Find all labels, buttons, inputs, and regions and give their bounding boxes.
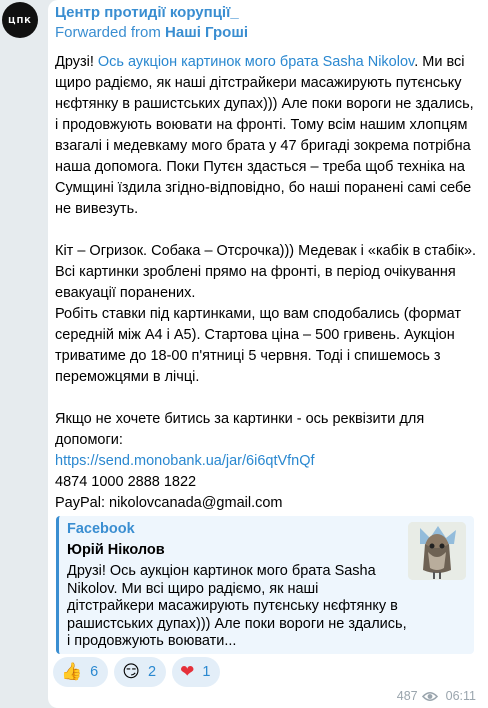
reaction-heart[interactable]: ❤ 1 [172,657,221,687]
reactions-bar: 👍 6 😏 2 ❤ 1 [53,657,221,687]
reaction-count: 2 [147,664,157,680]
message-paragraph-3: Робіть ставки під картинками, що вам спо… [55,306,461,385]
thumbs-up-icon: 👍 [61,661,83,682]
channel-avatar[interactable]: ЦПК [2,2,38,38]
forwarded-header: Forwarded from Наші Гроші [55,24,248,41]
channel-name[interactable]: Центр протидії корупції_ [55,4,239,21]
message-text: Друзі! Ось аукціон картинок мого брата S… [55,52,479,514]
forwarded-source-link[interactable]: Наші Гроші [165,24,248,41]
link-preview[interactable]: Facebook Юрій Ніколов Друзі! Ось аукціон… [56,516,474,654]
reaction-smirk[interactable]: 😏 2 [114,657,167,687]
preview-title: Юрій Ніколов [67,542,165,558]
p1-start: Друзі! [55,54,98,70]
preview-thumbnail [408,522,466,580]
monobank-link[interactable]: https://send.monobank.ua/jar/6i6qtVfnQf [55,453,315,469]
card-number: 4874 1000 2888 1822 [55,474,197,490]
reaction-thumbs-up[interactable]: 👍 6 [53,657,109,687]
message-paragraph-2: Кіт – Огризок. Собака – Отсрочка))) Меде… [55,243,477,301]
message-paragraph-4: Якщо не хочете битись за картинки - ось … [55,411,425,448]
forwarded-prefix: Forwarded from [55,24,166,41]
message-meta: 487 06:11 [397,689,476,703]
reaction-count: 6 [90,664,99,680]
paypal-info: PayPal: nikolovcanada@gmail.com [55,495,283,511]
message-time: 06:11 [445,689,476,703]
message-bubble: Центр протидії корупції_ Forwarded from … [48,0,488,708]
eye-icon [421,691,438,701]
message-paragraph-1: Друзі! Ось аукціон картинок мого брата S… [55,52,479,220]
preview-description: Друзі! Ось аукціон картинок мого брата S… [67,563,407,649]
auction-link[interactable]: Ось аукціон картинок мого брата Sasha Ni… [98,54,414,70]
heart-icon: ❤ [180,661,195,682]
avatar-text: ЦПК [8,15,32,25]
view-count: 487 [396,689,418,703]
reaction-count: 1 [202,664,211,680]
smirk-face-icon: 😏 [122,661,140,682]
p1-rest: . Ми всі щиро радіємо, як наші дітстрайк… [55,54,474,217]
preview-site-name: Facebook [67,521,135,537]
